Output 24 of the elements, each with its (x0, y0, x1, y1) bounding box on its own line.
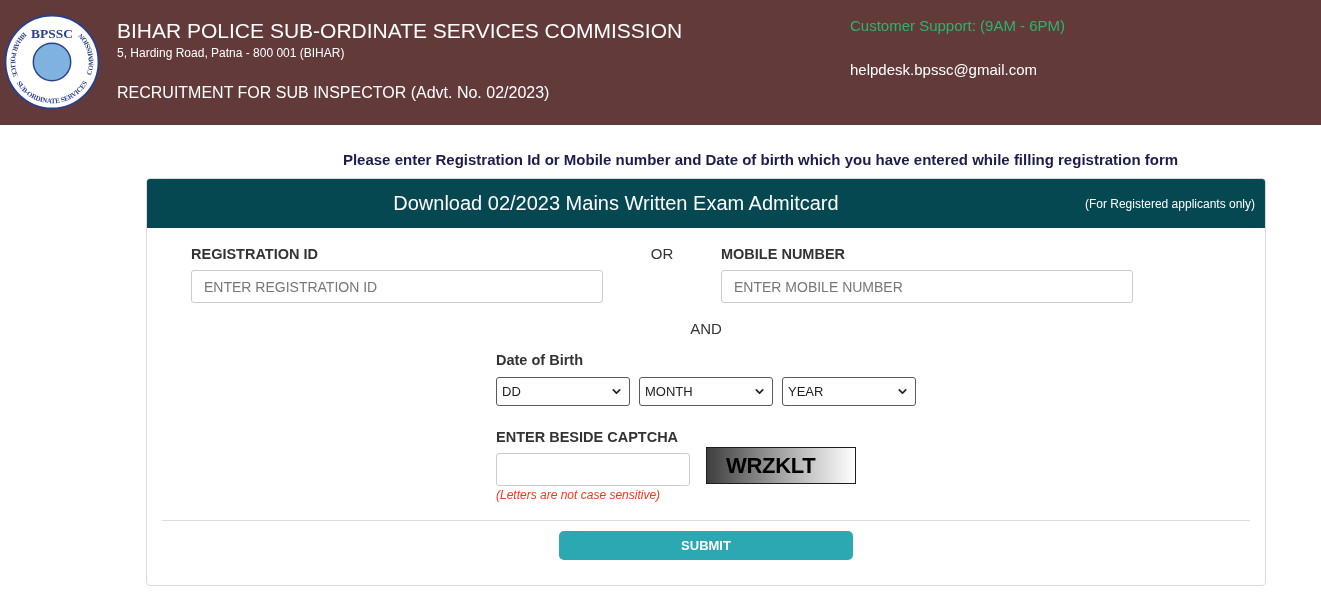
card-note: (For Registered applicants only) (1084, 196, 1255, 211)
year-select[interactable]: YEAR (782, 377, 916, 406)
text-input-field[interactable]: ENTER REGISTRATION ID (191, 270, 603, 303)
recruitment-title: RECRUITMENT FOR SUB INSPECTOR (Advt. No. 02/2023) (117, 83, 550, 103)
photo-placeholder (32, 42, 72, 82)
month-select[interactable]: MONTH (639, 377, 773, 406)
header-title: BIHAR POLICE SUB-ORDINATE SERVICES COMMISSION (117, 18, 683, 43)
text-input-field[interactable]: ENTER MOBILE NUMBER (721, 270, 1133, 303)
dob-label: Date of Birth (496, 351, 583, 369)
logo-text: BPSSC (31, 26, 73, 41)
field-label: REGISTRATION ID (191, 245, 318, 263)
captcha-image: WRZKLT (706, 447, 856, 484)
and-text: AND (690, 320, 722, 338)
captcha-hint: (Letters are not case sensitive) (496, 488, 661, 502)
captcha-label: ENTER BESIDE CAPTCHA (496, 428, 679, 446)
or-text: OR (650, 245, 674, 263)
header-address: 5, Harding Road, Patna - 800 001 (BIHAR) (117, 45, 345, 61)
instruction-text: Please enter Registration Id or Mobile number and Date of birth which you have entered while filling registration form (342, 151, 1179, 169)
support-email: helpdesk.bpssc@gmail.com (850, 61, 1037, 79)
field-label: MOBILE NUMBER (721, 245, 846, 263)
day-select[interactable]: DD (496, 377, 630, 406)
card-title: Download 02/2023 Mains Written Exam Admitcard (392, 192, 840, 215)
captcha-input-field[interactable] (496, 453, 690, 486)
support-hours: Customer Support: (9AM - 6PM) (850, 17, 1066, 35)
